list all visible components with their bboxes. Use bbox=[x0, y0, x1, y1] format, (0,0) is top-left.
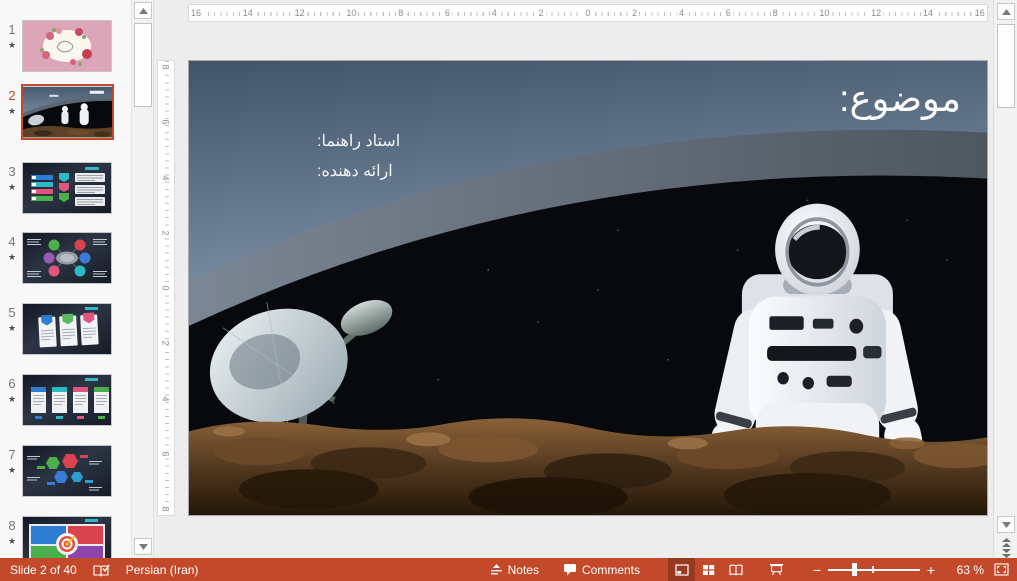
thumbnail-4-art bbox=[23, 233, 111, 283]
slide-subtitle-textbox[interactable]: استاد راهنما: ارائه دهنده: bbox=[317, 127, 437, 187]
slide-number-2: 2 bbox=[4, 88, 20, 103]
notes-label: Notes bbox=[508, 563, 539, 577]
thumb-scroll-down-button[interactable] bbox=[134, 538, 152, 555]
slide-thumbnail-3[interactable] bbox=[22, 162, 112, 214]
slide-sorter-view-button[interactable] bbox=[695, 558, 722, 581]
thumbnail-panel-scrollbar bbox=[131, 0, 154, 558]
thumbnail-1-art bbox=[23, 21, 111, 71]
transition-star-icon: ★ bbox=[4, 182, 20, 193]
slide-thumbnail-4[interactable] bbox=[22, 232, 112, 284]
language-indicator[interactable]: Persian (Iran) bbox=[126, 563, 199, 577]
thumb-scroll-up-button[interactable] bbox=[134, 2, 152, 19]
zoom-slider[interactable] bbox=[828, 558, 920, 581]
comments-label: Comments bbox=[582, 563, 640, 577]
slide-number-7: 7 bbox=[4, 447, 20, 462]
zoom-out-button[interactable]: − bbox=[810, 562, 824, 578]
transition-star-icon: ★ bbox=[4, 323, 20, 334]
notes-icon bbox=[490, 564, 503, 576]
chevron-down-icon bbox=[1002, 522, 1011, 528]
view-shortcut-buttons bbox=[668, 558, 749, 581]
thumbnail-2-art bbox=[23, 86, 112, 138]
comment-bubble-icon bbox=[563, 563, 577, 576]
thumbnail-meta-2: 2 ★ bbox=[4, 88, 20, 117]
slide-number-8: 8 bbox=[4, 518, 20, 533]
thumbnail-meta-1: 1 ★ bbox=[4, 22, 20, 51]
vertical-ruler: 864202468 bbox=[157, 60, 175, 516]
comments-toggle-button[interactable]: Comments bbox=[563, 563, 640, 577]
main-scrollbar-thumb[interactable] bbox=[997, 24, 1015, 108]
slide-thumbnail-2-selected[interactable] bbox=[21, 84, 114, 140]
thumbnail-meta-7: 7 ★ bbox=[4, 447, 20, 476]
slide-sorter-icon bbox=[702, 564, 715, 576]
reading-view-icon bbox=[729, 564, 743, 576]
thumb-scrollbar-thumb[interactable] bbox=[134, 23, 152, 107]
transition-star-icon: ★ bbox=[4, 40, 20, 51]
horizontal-ruler: 1614121086420246810121416 bbox=[188, 4, 988, 22]
slide-thumbnail-7[interactable] bbox=[22, 445, 112, 497]
zoom-in-button[interactable]: + bbox=[924, 562, 938, 578]
slide-counter: Slide 2 of 40 bbox=[10, 563, 77, 577]
transition-star-icon: ★ bbox=[4, 465, 20, 476]
normal-view-icon bbox=[675, 564, 689, 576]
thumbnail-meta-5: 5 ★ bbox=[4, 305, 20, 334]
zoom-slider-track bbox=[828, 569, 920, 571]
slideshow-button[interactable] bbox=[763, 558, 790, 581]
chevron-up-icon bbox=[1002, 9, 1011, 15]
transition-star-icon: ★ bbox=[4, 536, 20, 547]
slide-number-6: 6 bbox=[4, 376, 20, 391]
zoom-slider-notch bbox=[872, 566, 874, 573]
slide-number-1: 1 bbox=[4, 22, 20, 37]
proofing-icon[interactable] bbox=[93, 563, 110, 577]
slide-thumbnail-6[interactable] bbox=[22, 374, 112, 426]
thumbnail-7-art bbox=[23, 446, 111, 496]
powerpoint-window: 1 ★ 2 ★ bbox=[0, 0, 1017, 581]
slide-thumbnail-5[interactable] bbox=[22, 303, 112, 355]
thumbnail-meta-4: 4 ★ bbox=[4, 234, 20, 263]
thumbnail-8-art bbox=[23, 517, 111, 558]
double-chevron-down-icon bbox=[1002, 549, 1011, 559]
scroll-up-button[interactable] bbox=[997, 3, 1015, 20]
slide-title-text[interactable]: موضوع: bbox=[839, 77, 961, 120]
slide-number-5: 5 bbox=[4, 305, 20, 320]
thumbnail-3-art bbox=[23, 163, 111, 213]
zoom-slider-thumb[interactable] bbox=[852, 563, 857, 576]
slide-thumbnail-8[interactable] bbox=[22, 516, 112, 558]
transition-star-icon: ★ bbox=[4, 106, 20, 117]
slide-thumbnail-1[interactable] bbox=[22, 20, 112, 72]
main-scrollbar bbox=[993, 0, 1017, 558]
chevron-up-icon bbox=[139, 8, 148, 14]
slide-number-3: 3 bbox=[4, 164, 20, 179]
fit-to-window-button[interactable] bbox=[994, 563, 1009, 576]
transition-star-icon: ★ bbox=[4, 252, 20, 263]
zoom-level[interactable]: 63 % bbox=[942, 563, 984, 577]
status-bar: Slide 2 of 40 Persian (Iran) Notes Comme… bbox=[0, 558, 1017, 581]
slide-number-4: 4 bbox=[4, 234, 20, 249]
book-check-icon bbox=[93, 563, 110, 577]
thumbnail-meta-3: 3 ★ bbox=[4, 164, 20, 193]
thumbnail-5-art bbox=[23, 304, 111, 354]
reading-view-button[interactable] bbox=[722, 558, 749, 581]
notes-toggle-button[interactable]: Notes bbox=[490, 563, 539, 577]
slide-thumbnail-panel: 1 ★ 2 ★ bbox=[0, 0, 131, 558]
normal-view-button[interactable] bbox=[668, 558, 695, 581]
supervisor-line: استاد راهنما: bbox=[317, 127, 437, 157]
presenter-line: ارائه دهنده: bbox=[317, 157, 437, 187]
chevron-down-icon bbox=[139, 544, 148, 550]
thumbnail-meta-6: 6 ★ bbox=[4, 376, 20, 405]
slideshow-icon bbox=[769, 563, 784, 576]
slide-canvas[interactable]: موضوع: استاد راهنما: ارائه دهنده: bbox=[188, 60, 988, 516]
transition-star-icon: ★ bbox=[4, 394, 20, 405]
thumbnail-6-art bbox=[23, 375, 111, 425]
scroll-down-button[interactable] bbox=[997, 516, 1015, 533]
slide-background-image bbox=[189, 61, 987, 515]
thumbnail-meta-8: 8 ★ bbox=[4, 518, 20, 547]
fit-to-window-icon bbox=[994, 563, 1009, 576]
